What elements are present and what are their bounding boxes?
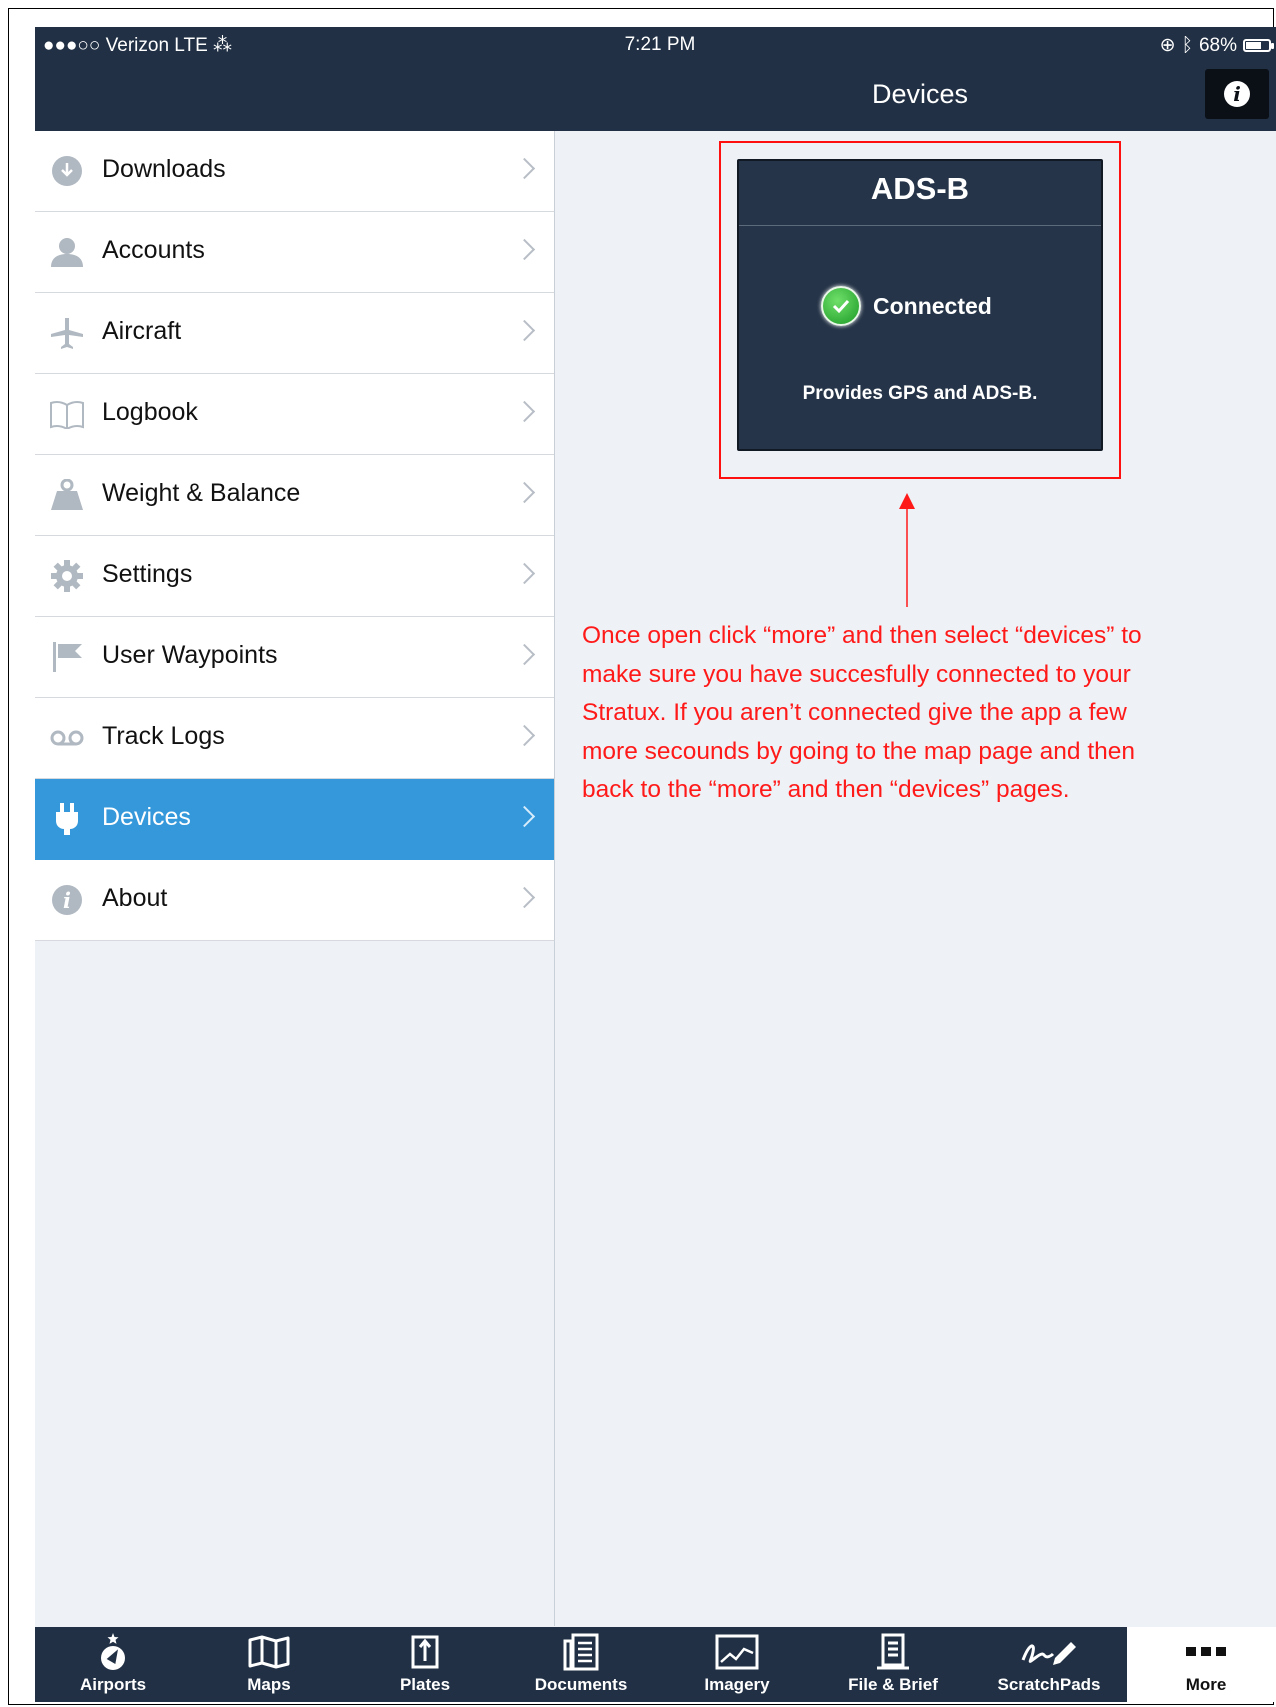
airport-icon — [35, 1633, 191, 1671]
tab-bar: Airports Maps Plates Documents Imagery F… — [35, 1627, 1276, 1702]
annotation-note: Once open click “more” and then select “… — [582, 622, 1142, 803]
page-frame: ●●●○○ Verizon LTE ⁂ 7:21 PM ⊕ ᛒ 68% Devi… — [8, 8, 1276, 1705]
sidebar-item-label: Accounts — [102, 236, 205, 264]
weight-icon — [49, 477, 85, 513]
flag-icon — [49, 639, 85, 675]
sidebar-item-aircraft[interactable]: Aircraft — [35, 293, 554, 374]
sidebar-item-label: Aircraft — [102, 317, 182, 345]
info-icon: i — [1224, 81, 1250, 107]
sidebar-item-settings[interactable]: Settings — [35, 536, 554, 617]
sidebar: Downloads Accounts Aircraft Logbook Weig… — [35, 131, 555, 1626]
tab-imagery[interactable]: Imagery — [659, 1627, 815, 1702]
sidebar-item-label: Settings — [102, 560, 193, 588]
sidebar-item-track-logs[interactable]: Track Logs — [35, 698, 554, 779]
chevron-right-icon — [513, 481, 536, 504]
download-icon — [49, 153, 85, 189]
sidebar-item-weight-balance[interactable]: Weight & Balance — [35, 455, 554, 536]
more-icon — [1127, 1633, 1276, 1671]
person-icon — [49, 234, 85, 270]
tab-label: Maps — [247, 1675, 291, 1694]
chevron-right-icon — [513, 724, 536, 747]
battery-icon — [1243, 39, 1274, 52]
chevron-right-icon — [513, 400, 536, 423]
sidebar-item-logbook[interactable]: Logbook — [35, 374, 554, 455]
scratchpad-icon — [971, 1633, 1127, 1671]
device-card-description: Provides GPS and ADS-B. — [802, 383, 1038, 404]
sidebar-menu: Downloads Accounts Aircraft Logbook Weig… — [35, 131, 554, 941]
tab-file-brief[interactable]: File & Brief — [815, 1627, 971, 1702]
device-card-title: ADS-B — [870, 171, 970, 206]
tab-plates[interactable]: Plates — [347, 1627, 503, 1702]
sidebar-item-label: Weight & Balance — [102, 479, 301, 507]
top-bar: ●●●○○ Verizon LTE ⁂ 7:21 PM ⊕ ᛒ 68% Devi… — [35, 27, 1276, 131]
battery-percent: 68% — [1198, 34, 1237, 56]
chevron-right-icon — [513, 562, 536, 585]
tab-airports[interactable]: Airports — [35, 1627, 191, 1702]
sidebar-item-label: Devices — [102, 803, 191, 831]
sidebar-item-downloads[interactable]: Downloads — [35, 131, 554, 212]
documents-icon — [503, 1633, 659, 1671]
chevron-right-icon — [513, 238, 536, 261]
status-label: Connected — [873, 292, 992, 319]
tab-scratchpads[interactable]: ScratchPads — [971, 1627, 1127, 1702]
chevron-right-icon — [513, 643, 536, 666]
bluetooth-icon: ᛒ — [1181, 34, 1193, 56]
file-brief-icon — [815, 1633, 971, 1671]
device-card-adsb[interactable]: ADS-B Connected Provides GPS and ADS-B. — [737, 159, 1103, 451]
divider — [739, 225, 1101, 226]
status-right: ⊕ ᛒ 68% — [1159, 34, 1274, 57]
tab-documents[interactable]: Documents — [503, 1627, 659, 1702]
sidebar-item-label: Logbook — [102, 398, 198, 426]
tab-label: ScratchPads — [997, 1675, 1101, 1694]
imagery-icon — [659, 1633, 815, 1671]
info-icon: i — [49, 882, 85, 918]
tab-label: Documents — [534, 1675, 628, 1694]
connection-status: Connected — [821, 286, 992, 326]
svg-text:i: i — [63, 888, 71, 913]
page-title: Devices — [871, 79, 969, 109]
ipad-screen: ●●●○○ Verizon LTE ⁂ 7:21 PM ⊕ ᛒ 68% Devi… — [35, 27, 1276, 1702]
sidebar-item-user-waypoints[interactable]: User Waypoints — [35, 617, 554, 698]
tab-more[interactable]: More — [1127, 1627, 1276, 1702]
tab-label: Imagery — [704, 1675, 770, 1694]
checkmark-icon — [821, 286, 861, 326]
gear-icon — [49, 558, 85, 594]
plates-icon — [347, 1633, 503, 1671]
info-button[interactable]: i — [1205, 69, 1269, 119]
tracklog-icon — [49, 720, 85, 756]
plug-icon — [49, 801, 85, 837]
sidebar-item-label: User Waypoints — [102, 641, 278, 669]
map-icon — [191, 1633, 347, 1671]
book-icon — [49, 396, 85, 432]
carrier-label: ●●●○○ Verizon LTE ⁂ — [43, 35, 233, 56]
tab-maps[interactable]: Maps — [191, 1627, 347, 1702]
chevron-right-icon — [513, 157, 536, 180]
tab-label: File & Brief — [848, 1675, 938, 1694]
sidebar-item-devices[interactable]: Devices — [35, 779, 554, 860]
sidebar-item-label: About — [102, 884, 168, 912]
chevron-right-icon — [513, 319, 536, 342]
tab-label: More — [1185, 1675, 1227, 1694]
chevron-right-icon — [513, 886, 536, 909]
tab-label: Airports — [79, 1675, 147, 1694]
tab-label: Plates — [399, 1675, 451, 1694]
rotation-lock-icon: ⊕ — [1159, 35, 1176, 56]
sidebar-item-label: Track Logs — [102, 722, 225, 750]
sidebar-item-accounts[interactable]: Accounts — [35, 212, 554, 293]
chevron-right-icon — [513, 805, 536, 828]
airplane-icon — [49, 315, 85, 351]
sidebar-item-label: Downloads — [102, 155, 226, 183]
sidebar-item-about[interactable]: i About — [35, 860, 554, 941]
